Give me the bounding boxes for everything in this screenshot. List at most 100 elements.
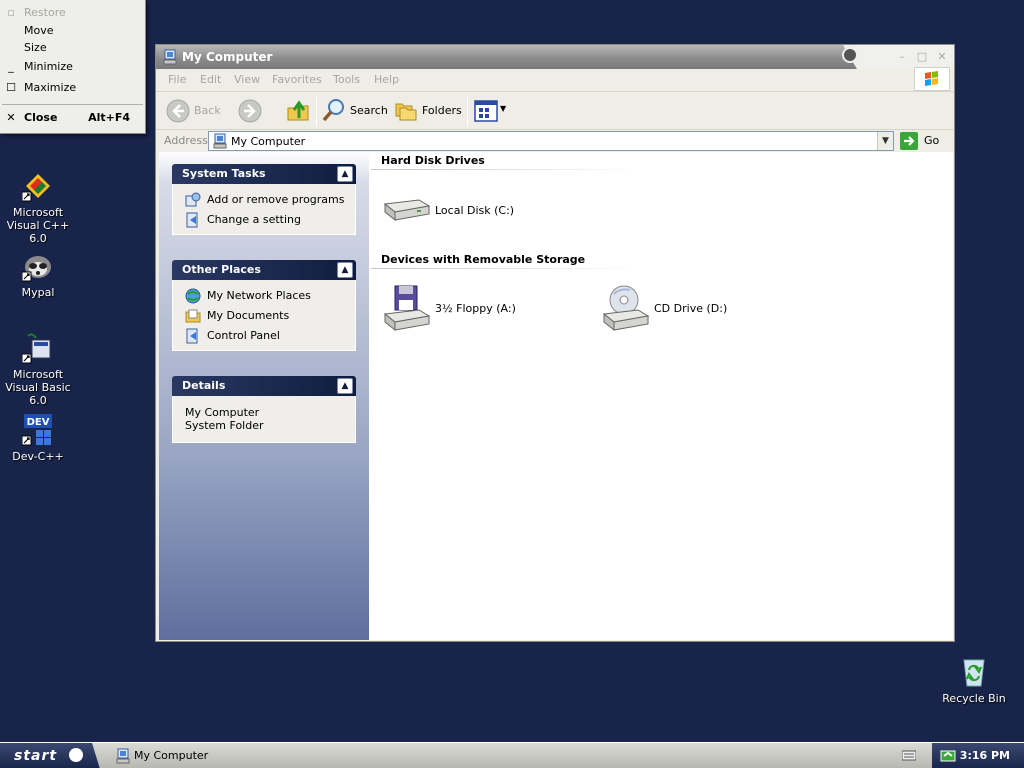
system-tasks-header[interactable]: System Tasks ▲ <box>172 164 356 184</box>
go-arrow-icon <box>900 132 918 153</box>
window-title: My Computer <box>182 50 273 64</box>
close-accelerator: Alt+F4 <box>88 111 130 124</box>
menu-item-label: Restore <box>24 6 66 19</box>
menu-bar: File Edit View Favorites Tools Help <box>156 69 954 91</box>
system-tasks-body: Add or remove programs Change a setting <box>172 184 356 235</box>
my-documents-icon <box>185 308 201 324</box>
minimize-icon: _ <box>8 60 14 73</box>
task-link-label: Change a setting <box>207 213 301 226</box>
menu-item-label: Size <box>24 41 47 54</box>
views-button[interactable]: ▼ <box>474 100 510 124</box>
panel-title: System Tasks <box>182 167 266 180</box>
toolbar-separator <box>316 96 317 126</box>
menu-view[interactable]: View <box>234 73 260 86</box>
menu-tools[interactable]: Tools <box>333 73 360 86</box>
menu-separator <box>2 104 143 105</box>
cd-drive-icon <box>602 284 650 332</box>
clock[interactable]: 3:16 PM <box>960 749 1010 762</box>
change-setting-link[interactable]: Change a setting <box>185 210 355 230</box>
menu-item-size[interactable]: Size <box>0 39 146 57</box>
hard-disk-drives-heading: Hard Disk Drives <box>381 154 485 167</box>
drive-cd-d[interactable]: CD Drive (D:) <box>602 284 802 336</box>
menu-favorites[interactable]: Favorites <box>272 73 322 86</box>
collapse-chevron-icon[interactable]: ▲ <box>337 166 353 182</box>
close-icon: ✕ <box>6 111 16 124</box>
desktop-icon-mypal[interactable]: Mypal <box>0 250 78 299</box>
desktop-icon-recycle-bin[interactable]: Recycle Bin <box>934 656 1014 705</box>
close-button[interactable]: ✕ <box>936 51 948 63</box>
collapse-chevron-icon[interactable]: ▲ <box>337 378 353 394</box>
up-folder-button[interactable] <box>286 98 312 124</box>
minimize-button[interactable]: – <box>896 51 908 63</box>
maximize-button[interactable]: □ <box>916 51 928 63</box>
address-input[interactable]: My Computer ▼ <box>208 131 894 151</box>
menu-item-move[interactable]: Move <box>0 22 146 40</box>
other-places-header[interactable]: Other Places ▲ <box>172 260 356 280</box>
desktop-icon-visual-cpp[interactable]: Microsoft Visual C++ 6.0 <box>0 170 78 245</box>
system-tasks-panel: System Tasks ▲ Add or remove programs Ch… <box>172 164 356 235</box>
collapse-chevron-icon[interactable]: ▲ <box>337 262 353 278</box>
desktop-icon-label: Mypal <box>21 286 55 299</box>
window-system-menu: ▫ Restore Move Size _ Minimize ☐ Maximiz… <box>0 0 146 134</box>
desktop-icon-dev-cpp[interactable]: DEV Dev-C++ <box>0 414 78 463</box>
menu-item-label: Move <box>24 24 54 37</box>
mypal-icon <box>21 250 54 282</box>
start-label: start <box>14 748 58 764</box>
toolbar-separator <box>467 96 468 126</box>
menu-item-label: Close <box>24 111 58 124</box>
standard-toolbar: Back Search Folders ▼ <box>156 91 954 129</box>
start-badge-icon <box>68 748 83 762</box>
my-documents-link[interactable]: My Documents <box>185 306 355 326</box>
details-header[interactable]: Details ▲ <box>172 376 356 396</box>
menu-edit[interactable]: Edit <box>200 73 221 86</box>
taskbar-button-my-computer[interactable]: My Computer <box>110 746 270 766</box>
back-button[interactable]: Back <box>164 97 221 125</box>
folders-label: Folders <box>422 104 462 117</box>
menu-item-maximize[interactable]: ☐ Maximize <box>0 79 146 97</box>
address-dropdown-button[interactable]: ▼ <box>877 132 893 150</box>
search-icon <box>322 98 346 125</box>
details-body: My Computer System Folder <box>172 396 356 443</box>
search-label: Search <box>350 104 388 117</box>
details-type: System Folder <box>185 419 264 432</box>
hard-disk-icon <box>383 190 431 238</box>
my-computer-title-icon <box>163 49 177 68</box>
details-panel: Details ▲ My Computer System Folder <box>172 376 356 443</box>
window-title-bar[interactable]: My Computer – □ ✕ <box>156 45 954 69</box>
add-remove-programs-icon <box>185 192 201 208</box>
drive-label: 3½ Floppy (A:) <box>435 302 516 315</box>
menu-help[interactable]: Help <box>374 73 399 86</box>
maximize-icon: ☐ <box>6 81 16 94</box>
my-computer-taskbar-icon <box>116 748 130 768</box>
my-computer-address-icon <box>213 133 227 152</box>
folders-button[interactable]: Folders <box>394 98 462 124</box>
visual-basic-icon <box>21 332 54 364</box>
drive-floppy-a[interactable]: 3½ Floppy (A:) <box>383 284 583 336</box>
menu-item-close[interactable]: ✕ Close Alt+F4 <box>0 109 146 127</box>
keyboard-tray-icon[interactable] <box>901 749 917 764</box>
add-remove-programs-link[interactable]: Add or remove programs <box>185 190 355 210</box>
menu-file[interactable]: File <box>168 73 186 86</box>
forward-button[interactable] <box>238 99 264 125</box>
menu-item-minimize[interactable]: _ Minimize <box>0 58 146 76</box>
drive-label: Local Disk (C:) <box>435 204 515 217</box>
task-link-label: Add or remove programs <box>207 193 345 206</box>
control-panel-link[interactable]: Control Panel <box>185 326 355 346</box>
drive-local-disk-c[interactable]: Local Disk (C:) <box>383 190 583 242</box>
desktop-icon-visual-basic[interactable]: Microsoft Visual Basic 6.0 <box>0 332 78 407</box>
dev-cpp-icon-text: DEV <box>27 417 50 428</box>
menu-item-restore[interactable]: ▫ Restore <box>0 4 146 22</box>
network-tray-icon[interactable] <box>940 748 956 767</box>
control-panel-icon <box>185 328 201 344</box>
panel-title: Details <box>182 379 226 392</box>
other-places-panel: Other Places ▲ My Network Places My Docu… <box>172 260 356 351</box>
removable-storage-heading: Devices with Removable Storage <box>381 253 586 266</box>
views-icon <box>474 100 498 125</box>
my-network-places-link[interactable]: My Network Places <box>185 286 355 306</box>
search-button[interactable]: Search <box>322 98 388 125</box>
go-button[interactable]: Go <box>900 131 944 151</box>
back-label: Back <box>194 104 221 117</box>
start-button[interactable]: start <box>0 743 100 768</box>
address-bar: Address My Computer ▼ Go <box>156 129 954 151</box>
panel-title: Other Places <box>182 263 261 276</box>
